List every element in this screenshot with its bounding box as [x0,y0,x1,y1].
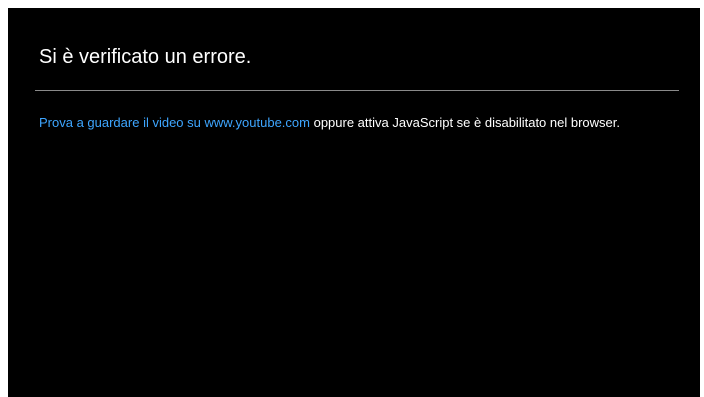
error-title: Si è verificato un errore. [39,46,252,68]
error-message-rest: oppure attiva JavaScript se è disabilita… [309,115,620,130]
error-message: Prova a guardare il video su www.youtube… [39,114,639,131]
embed-frame: Si è verificato un errore. Prova a guard… [0,0,704,397]
watch-on-youtube-link[interactable]: Prova a guardare il video su www.youtube… [39,115,310,130]
video-player-error: Si è verificato un errore. Prova a guard… [8,8,700,397]
divider [35,90,679,91]
